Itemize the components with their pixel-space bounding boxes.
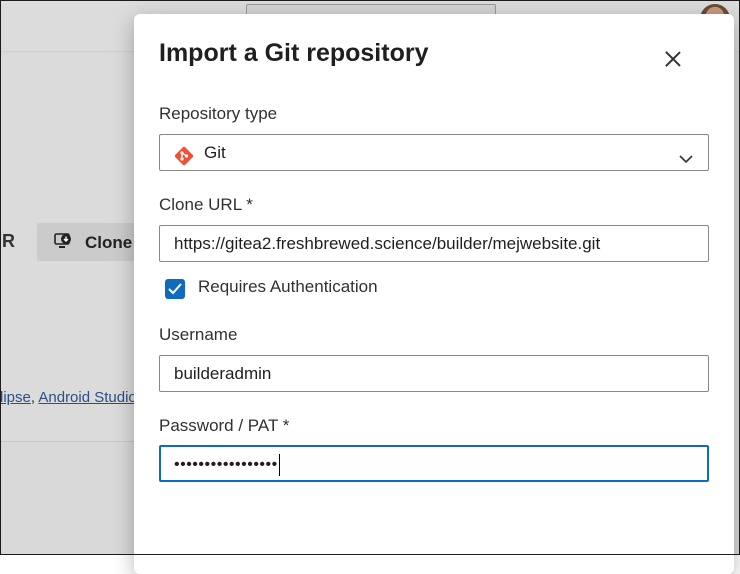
clone-icon <box>54 232 72 255</box>
username-input[interactable]: builderadmin <box>159 355 709 392</box>
chevron-down-icon <box>678 144 694 179</box>
git-icon <box>174 143 194 178</box>
ide-link-eclipse: lipse <box>0 389 31 406</box>
clone-url-label: Clone URL * <box>159 195 253 214</box>
import-repository-dialog: Import a Git repository Repository type … <box>134 14 734 574</box>
background-clone-label: Clone <box>85 233 133 252</box>
repository-type-value: Git <box>204 143 226 162</box>
repository-type-select[interactable]: Git <box>159 134 709 171</box>
dialog-title: Import a Git repository <box>159 39 429 67</box>
password-input[interactable]: ••••••••••••••••• <box>159 445 709 482</box>
background-heading-fragment: R <box>2 231 15 251</box>
requires-authentication-checkbox[interactable] <box>165 279 185 299</box>
username-label: Username <box>159 325 238 344</box>
password-masked-value: ••••••••••••••••• <box>174 456 278 473</box>
requires-authentication-label[interactable]: Requires Authentication <box>198 277 378 297</box>
clone-url-input[interactable]: https://gitea2.freshbrewed.science/build… <box>159 225 709 262</box>
text-caret <box>278 453 280 476</box>
ide-link-android-studio: Android Studio <box>38 389 137 406</box>
repository-type-label: Repository type <box>159 104 278 123</box>
background-ide-links: lipse, Android Studio <box>0 389 137 406</box>
password-label: Password / PAT * <box>159 416 290 435</box>
close-icon[interactable] <box>662 48 684 70</box>
